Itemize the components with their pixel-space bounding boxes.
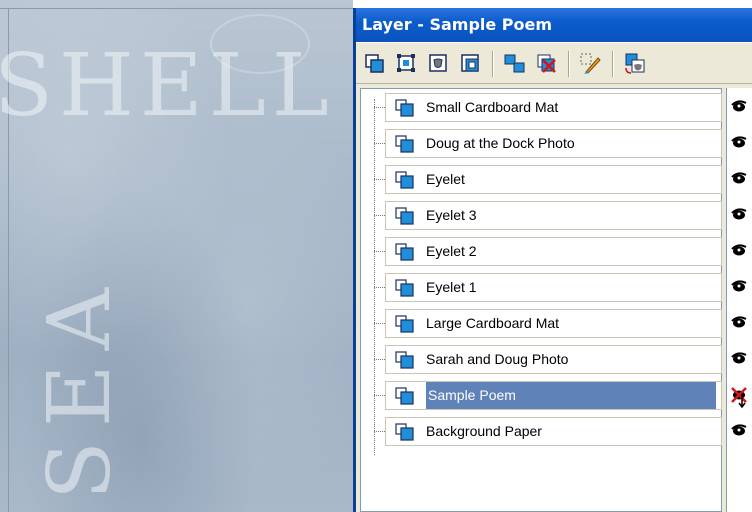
- layer-row[interactable]: Doug at the Dock Photo: [385, 129, 722, 158]
- layer-row[interactable]: Eyelet 3: [385, 201, 722, 230]
- canvas-border-top: [0, 8, 353, 9]
- palette-toolbar: [356, 42, 752, 84]
- toolbar-separator: [568, 51, 570, 77]
- tree-connector: [374, 107, 385, 108]
- layer-name: Eyelet 3: [426, 207, 477, 223]
- visibility-eye-icon[interactable]: [728, 92, 752, 121]
- layer-row[interactable]: Sarah and Doug Photo: [385, 345, 722, 374]
- canvas-word-shell: SHELL: [0, 36, 335, 136]
- tree-connector: [374, 431, 385, 432]
- tree-connector: [374, 179, 385, 180]
- layer-properties-icon[interactable]: [622, 51, 648, 77]
- tree-connector: [374, 143, 385, 144]
- layers-panel: Small Cardboard Mat Doug at the Dock Phot…: [356, 84, 752, 512]
- raster-layer-icon: [394, 422, 416, 442]
- layer-row[interactable]: Sample Poem: [385, 381, 722, 410]
- layer-name: Sarah and Doug Photo: [426, 351, 569, 367]
- visibility-eye-icon[interactable]: [728, 200, 752, 229]
- delete-layer-icon[interactable]: [534, 51, 560, 77]
- raster-layer-icon: [394, 278, 416, 298]
- image-canvas[interactable]: SHELL SEA: [0, 0, 353, 512]
- new-vector-layer-icon[interactable]: [394, 51, 420, 77]
- layer-row[interactable]: Large Cardboard Mat: [385, 309, 722, 338]
- layer-palette: Layer - Sample Poem Small Cardboard Mat …: [353, 8, 752, 512]
- layer-name: Sample Poem: [426, 382, 716, 409]
- new-mask-layer-icon[interactable]: [426, 51, 452, 77]
- toolbar-separator: [492, 51, 494, 77]
- tree-connector: [374, 323, 385, 324]
- new-raster-layer-icon[interactable]: [362, 51, 388, 77]
- duplicate-layer-icon[interactable]: [502, 51, 528, 77]
- visibility-eye-icon[interactable]: [728, 236, 752, 265]
- raster-layer-icon: [394, 206, 416, 226]
- raster-layer-icon: [394, 242, 416, 262]
- tree-connector: [374, 99, 375, 455]
- visibility-eye-icon[interactable]: [728, 344, 752, 373]
- visibility-eye-icon[interactable]: [728, 308, 752, 337]
- toolbar-separator: [612, 51, 614, 77]
- edit-selection-icon[interactable]: [578, 51, 604, 77]
- layer-row[interactable]: Eyelet 1: [385, 273, 722, 302]
- tree-connector: [374, 287, 385, 288]
- visibility-hidden-icon[interactable]: [728, 380, 752, 409]
- visibility-eye-icon[interactable]: [728, 272, 752, 301]
- layer-row[interactable]: Small Cardboard Mat: [385, 93, 722, 122]
- new-adjustment-layer-icon[interactable]: [458, 51, 484, 77]
- layer-row[interactable]: Eyelet 2: [385, 237, 722, 266]
- layer-name: Large Cardboard Mat: [426, 315, 560, 331]
- tree-connector: [374, 359, 385, 360]
- layer-row[interactable]: Background Paper: [385, 417, 722, 446]
- raster-layer-icon: [394, 386, 416, 406]
- tree-connector: [374, 395, 385, 396]
- layer-name: Eyelet: [426, 171, 465, 187]
- layer-name: Background Paper: [426, 423, 542, 439]
- raster-layer-icon: [394, 134, 416, 154]
- layers-tree[interactable]: Small Cardboard Mat Doug at the Dock Phot…: [360, 88, 722, 512]
- layer-row[interactable]: Eyelet: [385, 165, 722, 194]
- raster-layer-icon: [394, 350, 416, 370]
- layer-name: Doug at the Dock Photo: [426, 135, 575, 151]
- tree-connector: [374, 251, 385, 252]
- visibility-eye-icon[interactable]: [728, 128, 752, 157]
- palette-title[interactable]: Layer - Sample Poem: [356, 8, 752, 42]
- raster-layer-icon: [394, 98, 416, 118]
- visibility-eye-icon[interactable]: [728, 164, 752, 193]
- layer-name: Eyelet 1: [426, 279, 477, 295]
- layer-name: Eyelet 2: [426, 243, 477, 259]
- canvas-word-sea: SEA: [30, 274, 130, 500]
- tree-connector: [374, 215, 385, 216]
- layer-name: Small Cardboard Mat: [426, 99, 559, 115]
- raster-layer-icon: [394, 170, 416, 190]
- raster-layer-icon: [394, 314, 416, 334]
- visibility-eye-icon[interactable]: [728, 416, 752, 445]
